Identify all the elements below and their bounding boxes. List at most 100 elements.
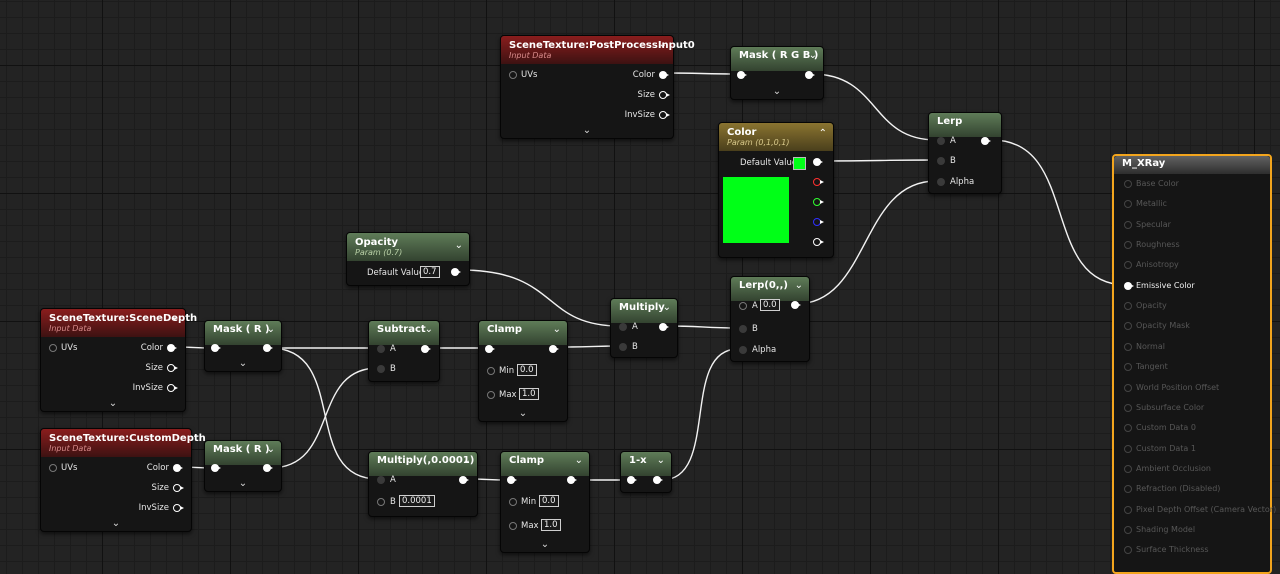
chevron-down-icon[interactable]: ⌄ [657,455,665,466]
node-header[interactable]: SceneTexture:CustomDepth Input Data [41,429,206,457]
node-header[interactable]: Multiply(,0.0001) ⌄ [369,452,477,476]
rgb-output-pin[interactable] [813,158,823,166]
a-input-pin[interactable] [619,323,627,331]
expand-chevron-icon[interactable]: ⌄ [541,539,549,550]
uvs-input-pin[interactable] [509,71,517,79]
node-header[interactable]: Color Param (0,1,0,1) ⌃ [719,123,833,151]
b-value-field[interactable]: 0.0001 [399,495,435,507]
node-lerp-zero[interactable]: Lerp(0,,) ⌄ A 0.0 B Alpha [730,276,810,362]
node-mask-rgb[interactable]: Mask ( R G B ) ⌄ ⌄ [730,46,824,100]
a-output-pin[interactable] [813,238,824,246]
node-multiply[interactable]: Multiply ⌄ A B [610,298,678,358]
expand-chevron-icon[interactable]: ⌄ [239,358,247,369]
g-output-pin[interactable] [813,198,824,206]
material-input-pin[interactable] [1124,322,1132,331]
node-header[interactable]: Lerp [929,113,1001,137]
alpha-input-pin[interactable] [937,178,945,186]
node-header[interactable]: M_XRay [1114,156,1270,174]
output-pin[interactable] [451,268,461,276]
a-input-pin[interactable] [377,476,385,484]
chevron-down-icon[interactable]: ⌄ [171,312,179,323]
chevron-down-icon[interactable]: ⌄ [463,455,471,466]
output-pin[interactable] [263,464,273,472]
material-input-pin[interactable] [1124,220,1132,229]
chevron-up-icon[interactable]: ⌃ [819,128,827,139]
material-input-pin[interactable] [1124,464,1132,473]
material-input-pin[interactable] [1124,505,1132,514]
material-output-node[interactable]: M_XRay Base Color Metallic Specular Roughne… [1112,154,1276,574]
input-pin[interactable] [485,345,495,353]
chevron-down-icon[interactable]: ⌄ [663,302,671,313]
invsize-output-pin[interactable] [659,111,670,119]
node-header[interactable]: Clamp ⌄ [501,452,589,476]
size-output-pin[interactable] [173,484,184,492]
expand-chevron-icon[interactable]: ⌄ [773,86,781,97]
node-mask-r[interactable]: Mask ( R ) ⌄ ⌄ [204,320,282,372]
default-value-field[interactable]: 0.7 [420,266,440,278]
b-input-pin[interactable] [619,343,627,351]
material-input-pin[interactable] [1124,342,1132,351]
material-input-pin[interactable] [1124,281,1134,290]
uvs-input-pin[interactable] [49,344,57,352]
max-value-field[interactable]: 1.0 [541,519,561,531]
b-input-pin[interactable] [377,498,385,506]
node-header[interactable]: Subtract ⌄ [369,321,439,345]
material-input-pin[interactable] [1124,383,1132,392]
node-mask-r[interactable]: Mask ( R ) ⌄ ⌄ [204,440,282,492]
node-lerp[interactable]: Lerp A B Alpha [928,112,1002,194]
alpha-input-pin[interactable] [739,346,747,354]
node-clamp[interactable]: Clamp ⌄ Min 0.0 Max 1.0 ⌄ [500,451,590,553]
input-pin[interactable] [737,71,747,79]
chevron-down-icon[interactable]: ⌄ [553,324,561,335]
expand-chevron-icon[interactable]: ⌄ [239,478,247,489]
a-input-pin[interactable] [377,345,385,353]
a-value-field[interactable]: 0.0 [760,299,780,311]
material-input-pin[interactable] [1124,424,1132,433]
node-header[interactable]: Multiply ⌄ [611,299,677,323]
material-input-pin[interactable] [1124,546,1132,555]
node-header[interactable]: Mask ( R ) ⌄ [205,321,281,345]
chevron-down-icon[interactable]: ⌄ [575,455,583,466]
material-input-pin[interactable] [1124,485,1132,494]
expand-chevron-icon[interactable]: ⌄ [583,125,591,136]
output-pin[interactable] [263,344,273,352]
output-pin[interactable] [805,71,815,79]
node-header[interactable]: Lerp(0,,) ⌄ [731,277,809,301]
output-pin[interactable] [659,323,669,331]
node-one-minus[interactable]: 1-x ⌄ [620,451,672,493]
node-header[interactable]: Opacity Param (0.7) ⌄ [347,233,469,261]
material-input-pin[interactable] [1124,302,1132,311]
output-pin[interactable] [459,476,469,484]
b-input-pin[interactable] [937,157,945,165]
output-pin[interactable] [981,137,991,145]
max-input-pin[interactable] [487,391,495,399]
color-output-pin[interactable] [167,344,177,352]
chevron-down-icon[interactable]: ⌄ [455,240,463,251]
expand-chevron-icon[interactable]: ⌄ [112,518,120,529]
expand-chevron-icon[interactable]: ⌄ [519,408,527,419]
uvs-input-pin[interactable] [49,464,57,472]
output-pin[interactable] [653,476,663,484]
node-post-process-input[interactable]: SceneTexture:PostProcessInput0 Input Dat… [500,35,695,139]
max-value-field[interactable]: 1.0 [519,388,539,400]
r-output-pin[interactable] [813,178,824,186]
invsize-output-pin[interactable] [173,504,184,512]
b-input-pin[interactable] [739,325,747,333]
color-output-pin[interactable] [659,71,669,79]
max-input-pin[interactable] [509,522,517,530]
node-clamp[interactable]: Clamp ⌄ Min 0.0 Max 1.0 ⌄ [478,320,568,422]
node-header[interactable]: Mask ( R ) ⌄ [205,441,281,465]
material-input-pin[interactable] [1124,200,1132,209]
node-header[interactable]: Mask ( R G B ) ⌄ [731,47,823,71]
chevron-down-icon[interactable]: ⌄ [425,324,433,335]
size-output-pin[interactable] [167,364,178,372]
output-pin[interactable] [421,345,431,353]
b-input-pin[interactable] [377,365,385,373]
material-input-pin[interactable] [1124,444,1132,453]
node-scene-depth[interactable]: SceneTexture:SceneDepth Input Data ⌄ UVs… [40,308,197,412]
min-input-pin[interactable] [509,498,517,506]
node-header[interactable]: SceneTexture:SceneDepth Input Data ⌄ [41,309,197,337]
material-input-pin[interactable] [1124,180,1132,188]
default-color-swatch[interactable] [793,157,806,170]
min-value-field[interactable]: 0.0 [539,495,559,507]
